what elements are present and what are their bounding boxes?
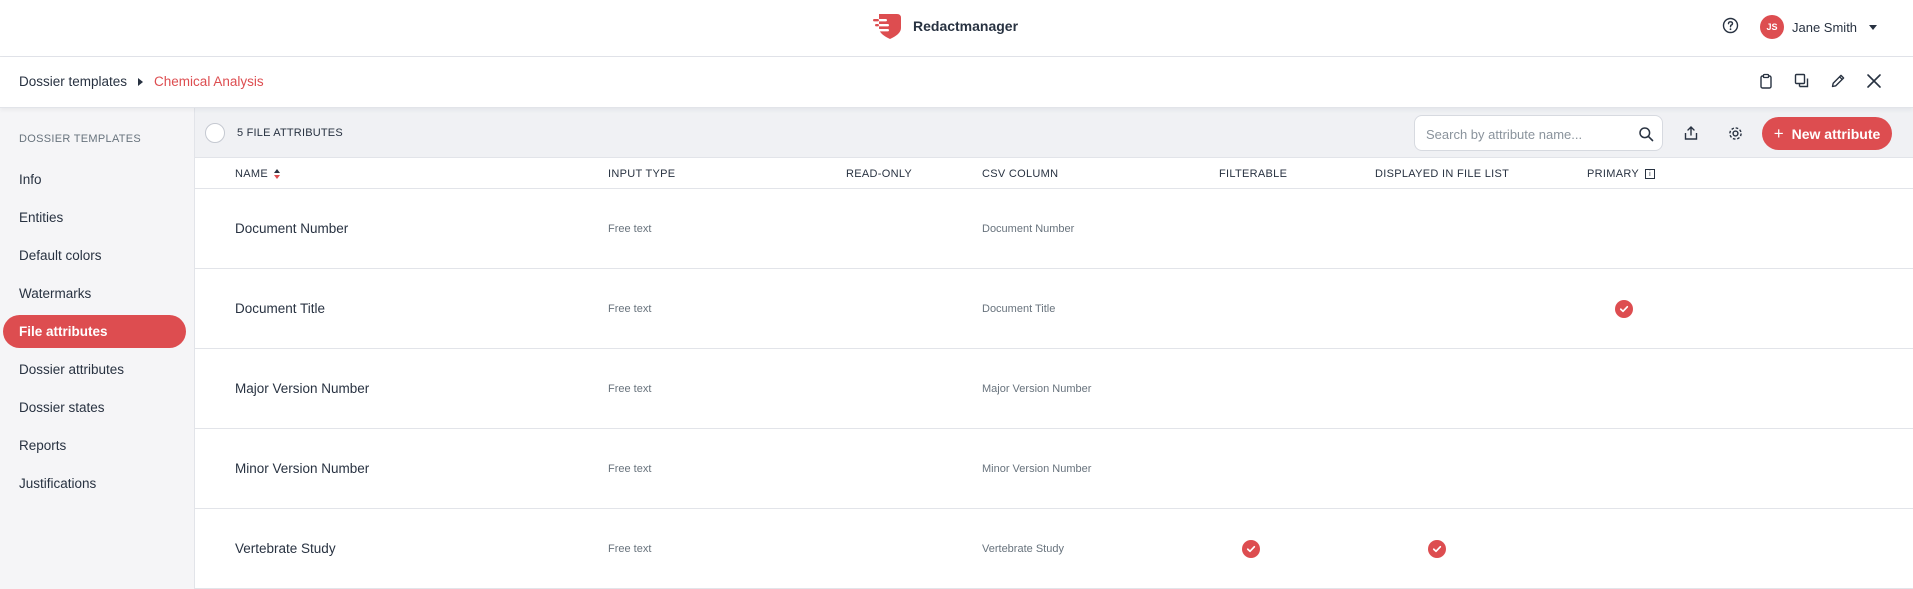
table-toolbar: 5 FILE ATTRIBUTES + New attribute	[195, 108, 1913, 158]
search-icon[interactable]	[1638, 126, 1654, 142]
csv-column: Document Number	[982, 223, 1075, 235]
attribute-name: Document Number	[235, 221, 349, 236]
attribute-name: Document Title	[235, 301, 326, 316]
attribute-name: Major Version Number	[235, 381, 370, 396]
user-menu[interactable]: JS Jane Smith	[1760, 14, 1878, 40]
column-header-csv-column: CSV COLUMN	[982, 168, 1059, 180]
export-icon[interactable]	[1682, 124, 1700, 142]
user-name: Jane Smith	[1792, 19, 1858, 35]
primary-check-icon	[1615, 300, 1633, 318]
breadcrumb-current[interactable]: Chemical Analysis	[154, 74, 264, 89]
sidebar-item-entities[interactable]: Entities	[3, 201, 186, 234]
app-logo[interactable]: Redactmanager	[873, 12, 1018, 40]
input-type: Free text	[608, 463, 652, 475]
csv-column: Major Version Number	[982, 383, 1092, 395]
avatar: JS	[1760, 15, 1784, 39]
select-all-checkbox[interactable]	[205, 123, 225, 143]
column-header-displayed: DISPLAYED IN FILE LIST	[1375, 168, 1510, 180]
settings-gear-icon[interactable]	[1726, 124, 1744, 142]
sort-icon	[273, 169, 280, 179]
breadcrumb: Dossier templates Chemical Analysis	[19, 74, 264, 89]
sidebar-item-dossier-attributes[interactable]: Dossier attributes	[3, 353, 186, 386]
new-attribute-button[interactable]: + New attribute	[1762, 117, 1892, 150]
sidebar-item-justifications[interactable]: Justifications	[3, 467, 186, 500]
breadcrumb-arrow-icon	[138, 77, 144, 86]
column-header-primary: PRIMARY i	[1587, 168, 1656, 180]
app-name: Redactmanager	[913, 18, 1019, 34]
top-bar: Redactmanager JS Jane Smith	[0, 0, 1913, 57]
sidebar: DOSSIER TEMPLATES Info Entities Default …	[0, 108, 195, 589]
table-row[interactable]: Document Number Free text Document Numbe…	[195, 189, 1913, 269]
sidebar-item-file-attributes[interactable]: File attributes	[3, 315, 186, 348]
table-row[interactable]: Major Version Number Free text Major Ver…	[195, 349, 1913, 429]
table-row[interactable]: Document Title Free text Document Title	[195, 269, 1913, 349]
column-label: NAME	[235, 168, 268, 180]
attribute-count: 5 FILE ATTRIBUTES	[237, 127, 343, 139]
close-icon[interactable]	[1865, 72, 1883, 90]
csv-column: Document Title	[982, 303, 1056, 315]
input-type: Free text	[608, 223, 652, 235]
copy-icon[interactable]	[1793, 72, 1811, 90]
search-box	[1414, 115, 1663, 151]
table-header: NAME INPUT TYPE READ-ONLY CSV COLUMN FIL…	[195, 158, 1913, 189]
csv-column: Vertebrate Study	[982, 543, 1064, 555]
filterable-check-icon	[1242, 540, 1260, 558]
chevron-down-icon	[1869, 24, 1878, 30]
attribute-name: Minor Version Number	[235, 461, 370, 476]
help-icon[interactable]	[1722, 17, 1739, 34]
sidebar-item-default-colors[interactable]: Default colors	[3, 239, 186, 272]
template-actions	[1757, 72, 1883, 90]
breadcrumb-dossier-templates[interactable]: Dossier templates	[19, 74, 127, 89]
info-icon[interactable]: i	[1645, 169, 1656, 179]
column-header-name[interactable]: NAME	[235, 168, 280, 180]
input-type: Free text	[608, 543, 652, 555]
breadcrumb-bar: Dossier templates Chemical Analysis	[0, 57, 1913, 108]
sidebar-item-watermarks[interactable]: Watermarks	[3, 277, 186, 310]
sidebar-item-dossier-states[interactable]: Dossier states	[3, 391, 186, 424]
sidebar-item-info[interactable]: Info	[3, 163, 186, 196]
input-type: Free text	[608, 303, 652, 315]
sidebar-title: DOSSIER TEMPLATES	[19, 133, 142, 145]
clipboard-icon[interactable]	[1757, 72, 1775, 90]
input-type: Free text	[608, 383, 652, 395]
csv-column: Minor Version Number	[982, 463, 1092, 475]
column-header-read-only: READ-ONLY	[846, 168, 913, 180]
logo-icon	[873, 12, 903, 40]
displayed-check-icon	[1428, 540, 1446, 558]
plus-icon: +	[1773, 124, 1784, 143]
sidebar-item-reports[interactable]: Reports	[3, 429, 186, 462]
column-header-filterable: FILTERABLE	[1219, 168, 1288, 180]
column-label: PRIMARY	[1587, 168, 1640, 180]
search-input[interactable]	[1426, 125, 1631, 143]
new-attribute-label: New attribute	[1791, 125, 1881, 142]
attribute-name: Vertebrate Study	[235, 541, 336, 556]
table-row[interactable]: Minor Version Number Free text Minor Ver…	[195, 429, 1913, 509]
edit-icon[interactable]	[1829, 72, 1847, 90]
table-row[interactable]: Vertebrate Study Free text Vertebrate St…	[195, 509, 1913, 589]
column-header-input-type: INPUT TYPE	[608, 168, 676, 180]
